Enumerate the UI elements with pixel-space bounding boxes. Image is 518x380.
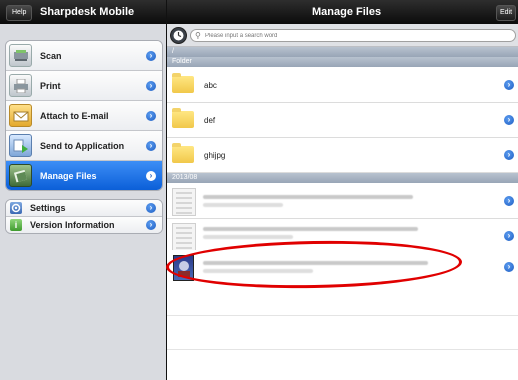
document-thumbnail-icon [172,223,196,251]
chevron-right-icon: › [146,170,156,181]
chevron-right-icon: › [146,110,156,121]
file-row[interactable]: › [167,184,518,219]
sidebar-item-label: Scan [40,50,62,61]
chevron-right-icon[interactable]: › [504,231,514,241]
sidebar-item-manage-files[interactable]: Manage Files › [6,161,162,190]
chevron-right-icon[interactable]: › [504,262,514,272]
info-icon: i [10,219,22,231]
edit-button[interactable]: Edit [496,5,517,21]
chevron-right-icon[interactable]: › [504,115,514,125]
search-input[interactable] [205,30,505,41]
manage-files-icon [9,164,32,187]
search-icon: ⚲ [195,31,201,40]
folder-name: def [204,116,216,125]
help-button[interactable]: Help [6,5,33,21]
chevron-right-icon: › [146,220,156,230]
scanner-icon [9,44,32,67]
sidebar-item-settings[interactable]: Settings › [6,200,162,217]
folder-icon [172,73,194,93]
document-thumbnail-icon [172,188,196,216]
page-title: Manage Files [312,6,382,18]
chevron-right-icon: › [146,80,156,91]
row-separator [167,315,518,316]
section-header-date: 2013/08 [167,173,518,183]
chevron-right-icon[interactable]: › [504,150,514,160]
section-header-folder: Folder [167,57,518,67]
sidebar-item-send-to-application[interactable]: Send to Application › [6,131,162,161]
sidebar-item-label: Manage Files [40,170,97,181]
file-name-redacted [203,195,413,199]
gear-icon [10,202,22,214]
sidebar-item-label: Print [40,80,61,91]
sidebar-item-print[interactable]: Print › [6,71,162,101]
sidebar: Scan › Print › Attach to E-mail › Send t… [0,24,166,380]
sidebar-item-label: Send to Application [40,140,125,151]
sidebar-item-label: Version Information [30,220,115,230]
folder-row[interactable]: abc › [167,68,518,103]
chevron-right-icon: › [146,50,156,61]
sidebar-item-label: Settings [30,203,66,213]
envelope-icon [9,104,32,127]
sidebar-item-label: Attach to E-mail [40,110,109,121]
app-title: Sharpdesk Mobile [40,6,135,18]
folder-row[interactable]: ghijpg › [167,138,518,173]
folder-name: abc [204,81,217,90]
sidebar-item-attach-email[interactable]: Attach to E-mail › [6,101,162,131]
file-name-redacted [203,227,418,231]
sidebar-item-version-information[interactable]: i Version Information › [6,217,162,233]
folder-icon [172,108,194,128]
file-info-redacted [203,203,283,207]
path-header: / [167,47,518,57]
main-menu-group: Scan › Print › Attach to E-mail › Send t… [5,40,163,191]
send-to-app-icon [9,134,32,157]
file-info-redacted [203,235,293,239]
printer-icon [9,74,32,97]
row-separator [167,349,518,350]
chevron-right-icon: › [146,140,156,151]
folder-row[interactable]: def › [167,103,518,138]
chevron-right-icon[interactable]: › [504,80,514,90]
sidebar-item-scan[interactable]: Scan › [6,41,162,71]
clock-icon[interactable] [170,27,187,44]
chevron-right-icon: › [146,203,156,213]
secondary-menu-group: Settings › i Version Information › [5,199,163,234]
chevron-right-icon[interactable]: › [504,196,514,206]
file-list-empty-area [167,282,518,380]
search-field[interactable]: ⚲ [190,29,516,42]
folder-icon [172,143,194,163]
search-bar: ⚲ [167,24,518,47]
folder-name: ghijpg [204,151,226,160]
